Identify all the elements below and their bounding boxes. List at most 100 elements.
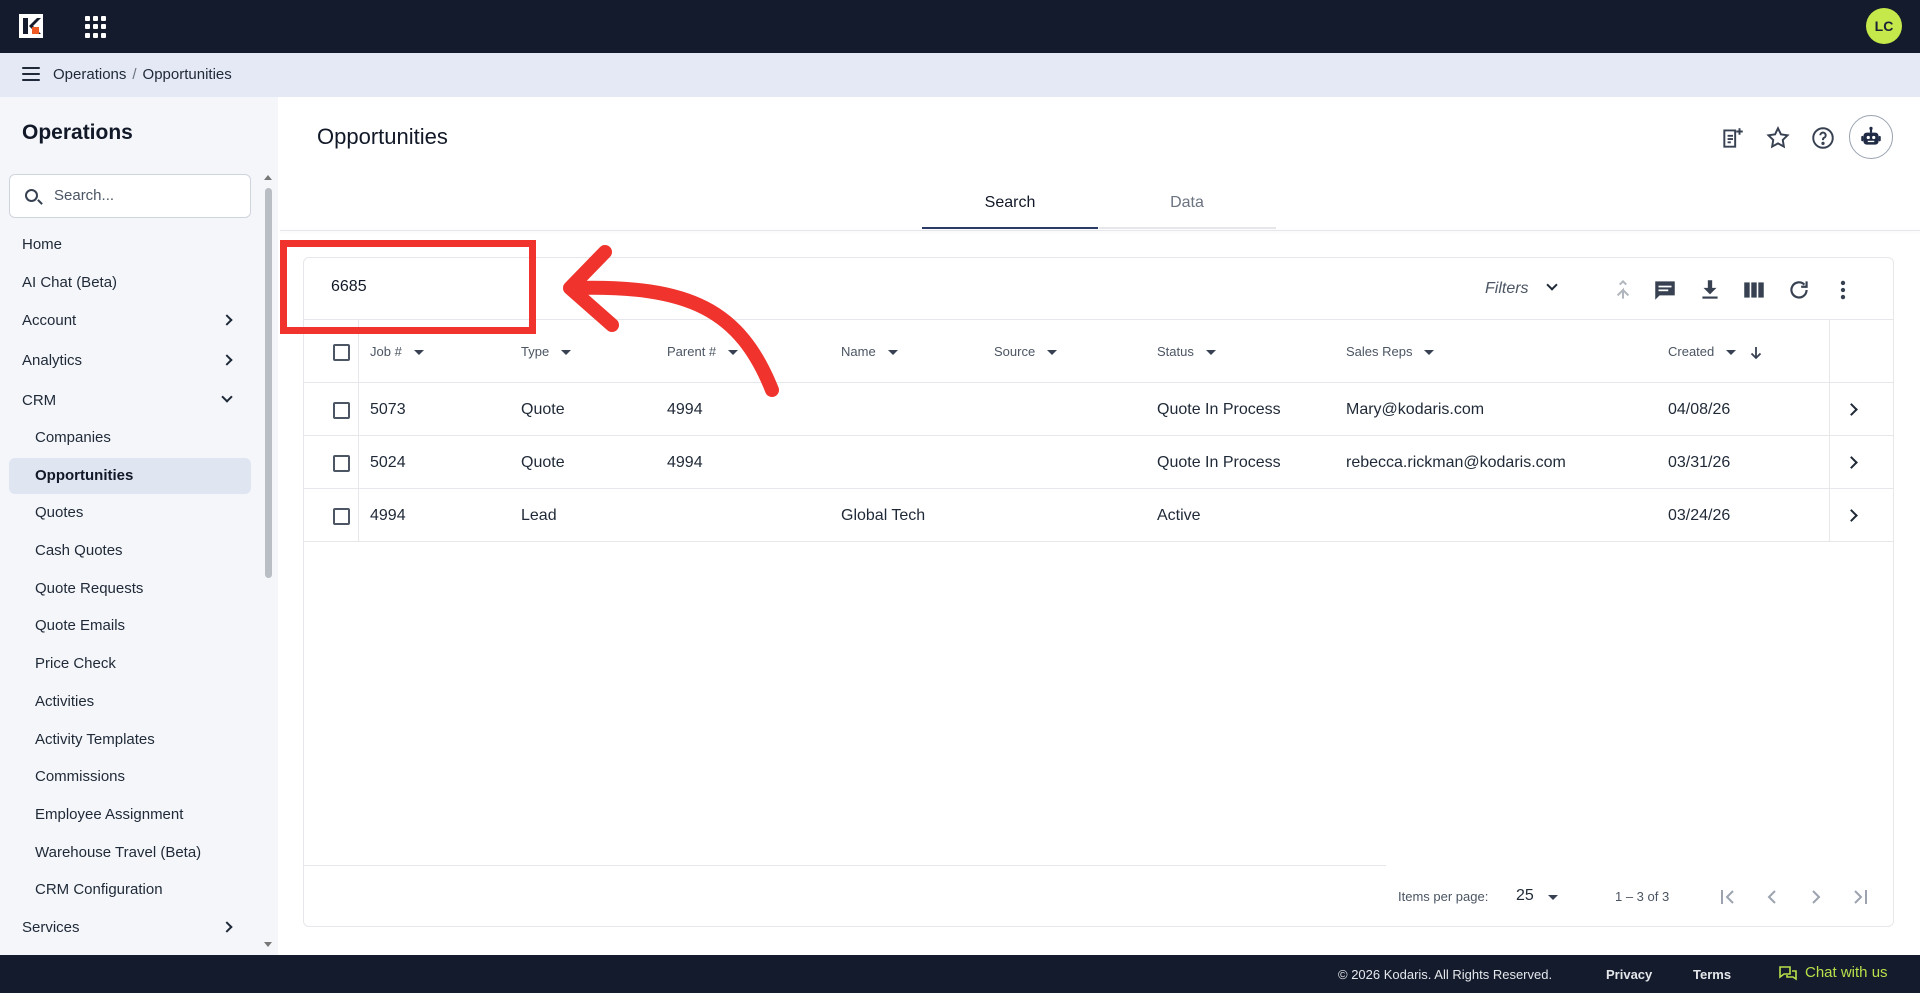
sidebar-scrollbar[interactable] (265, 188, 272, 578)
sort-caret-icon (1424, 350, 1435, 356)
scroll-up-arrow-icon[interactable] (264, 175, 272, 180)
column-header-source[interactable]: Source (994, 344, 1058, 359)
sidebar-item-crm-configuration[interactable]: CRM Configuration (35, 881, 163, 898)
sidebar (0, 97, 278, 955)
column-header-status[interactable]: Status (1157, 344, 1216, 359)
sidebar-item-price-check[interactable]: Price Check (35, 655, 116, 672)
sidebar-item-quote-requests[interactable]: Quote Requests (35, 580, 143, 597)
cell-created: 04/08/26 (1668, 401, 1731, 418)
kodaris-logo[interactable] (19, 14, 43, 38)
sidebar-item-home[interactable]: Home (22, 236, 62, 253)
annotation-highlight-box (280, 240, 536, 334)
cell-created: 03/24/26 (1668, 507, 1731, 524)
sidebar-item-crm[interactable]: CRM (22, 392, 56, 409)
breadcrumb-opportunities[interactable]: Opportunities (143, 66, 232, 83)
sidebar-title: Operations (22, 121, 133, 144)
dropdown-caret-icon (1548, 895, 1558, 900)
previous-page-icon[interactable] (1760, 885, 1784, 909)
sidebar-item-analytics[interactable]: Analytics (22, 352, 82, 369)
cell-created: 03/31/26 (1668, 454, 1731, 471)
sidebar-item-companies[interactable]: Companies (35, 429, 111, 446)
sidebar-item-account[interactable]: Account (22, 312, 76, 329)
star-icon[interactable] (1765, 125, 1791, 151)
sidebar-item-warehouse-travel[interactable]: Warehouse Travel (Beta) (35, 844, 201, 861)
column-header-parent-label: Parent # (667, 344, 717, 359)
sort-descending-arrow-icon (1750, 346, 1762, 359)
tab-inactive-indicator (1099, 227, 1276, 229)
refresh-icon[interactable] (1786, 277, 1812, 303)
cell-status: Quote In Process (1157, 454, 1281, 471)
sort-caret-icon (413, 350, 424, 356)
sidebar-search-input[interactable] (54, 187, 234, 204)
breadcrumb-operations[interactable]: Operations (53, 66, 126, 83)
cell-name: Global Tech (841, 507, 926, 524)
sort-caret-icon (561, 350, 572, 356)
column-divider (358, 320, 359, 542)
user-avatar[interactable]: LC (1866, 8, 1902, 44)
cell-parent: 4994 (667, 454, 703, 471)
chat-with-us-link[interactable]: Chat with us (1805, 964, 1888, 981)
column-header-sales-reps[interactable]: Sales Reps (1346, 344, 1435, 359)
cell-job[interactable]: 5024 (370, 454, 406, 472)
cell-job[interactable]: 5073 (370, 401, 406, 419)
sidebar-item-cash-quotes[interactable]: Cash Quotes (35, 542, 123, 559)
sidebar-item-employee-assignment[interactable]: Employee Assignment (35, 806, 183, 823)
hamburger-menu-icon[interactable] (22, 67, 40, 81)
sidebar-item-ai-chat[interactable]: AI Chat (Beta) (22, 274, 117, 291)
ai-assistant-button[interactable] (1849, 115, 1893, 159)
comment-icon[interactable] (1652, 277, 1678, 303)
apps-grid-icon[interactable] (85, 16, 107, 38)
terms-link[interactable]: Terms (1693, 967, 1731, 982)
row-divider (303, 541, 1894, 542)
filters-dropdown[interactable]: Filters (1485, 280, 1529, 298)
add-note-icon[interactable] (1720, 125, 1746, 151)
cell-type: Quote (521, 401, 565, 418)
column-header-created-label: Created (1668, 344, 1715, 359)
row-checkbox[interactable] (333, 455, 350, 472)
sidebar-item-opportunities[interactable]: Opportunities (35, 467, 133, 484)
search-icon (25, 189, 38, 202)
column-header-parent[interactable]: Parent # (667, 344, 739, 359)
privacy-link[interactable]: Privacy (1606, 967, 1652, 982)
column-header-created[interactable]: Created (1668, 344, 1762, 360)
sort-caret-icon (728, 350, 739, 356)
page-title: Opportunities (317, 124, 448, 149)
column-header-type[interactable]: Type (521, 344, 572, 359)
select-all-checkbox[interactable] (333, 344, 350, 361)
sidebar-item-activities[interactable]: Activities (35, 693, 94, 710)
tab-active-indicator (922, 227, 1098, 229)
sidebar-item-services[interactable]: Services (22, 919, 80, 936)
cell-status: Quote In Process (1157, 401, 1281, 418)
tab-search[interactable]: Search (922, 194, 1098, 212)
sidebar-search[interactable] (9, 174, 251, 218)
breadcrumb: Operations / Opportunities (53, 66, 232, 83)
sidebar-item-activity-templates[interactable]: Activity Templates (35, 731, 155, 748)
last-page-icon[interactable] (1848, 885, 1872, 909)
cell-job[interactable]: 4994 (370, 507, 406, 525)
row-divider (303, 382, 1894, 383)
cell-status: Active (1157, 507, 1201, 524)
first-page-icon[interactable] (1716, 885, 1740, 909)
sidebar-item-quote-emails[interactable]: Quote Emails (35, 617, 125, 634)
more-vertical-icon[interactable] (1830, 277, 1856, 303)
column-header-job[interactable]: Job # (370, 344, 424, 359)
download-icon[interactable] (1697, 277, 1723, 303)
top-bar (0, 0, 1920, 53)
sidebar-item-commissions[interactable]: Commissions (35, 768, 125, 785)
cell-sales-reps: Mary@kodaris.com (1346, 401, 1485, 418)
row-checkbox[interactable] (333, 508, 350, 525)
tab-data[interactable]: Data (1099, 194, 1275, 212)
help-icon[interactable] (1810, 125, 1836, 151)
column-header-name[interactable]: Name (841, 344, 898, 359)
row-checkbox[interactable] (333, 402, 350, 419)
columns-icon[interactable] (1741, 277, 1767, 303)
next-page-icon[interactable] (1804, 885, 1828, 909)
breadcrumb-separator: / (132, 66, 137, 83)
merge-icon[interactable] (1610, 277, 1636, 303)
items-per-page-select[interactable]: 25 (1516, 887, 1534, 905)
chat-icon[interactable] (1779, 966, 1797, 982)
sidebar-item-quotes[interactable]: Quotes (35, 504, 83, 521)
scroll-down-arrow-icon[interactable] (264, 942, 272, 947)
column-header-status-label: Status (1157, 344, 1194, 359)
paginator-divider (303, 865, 1386, 866)
